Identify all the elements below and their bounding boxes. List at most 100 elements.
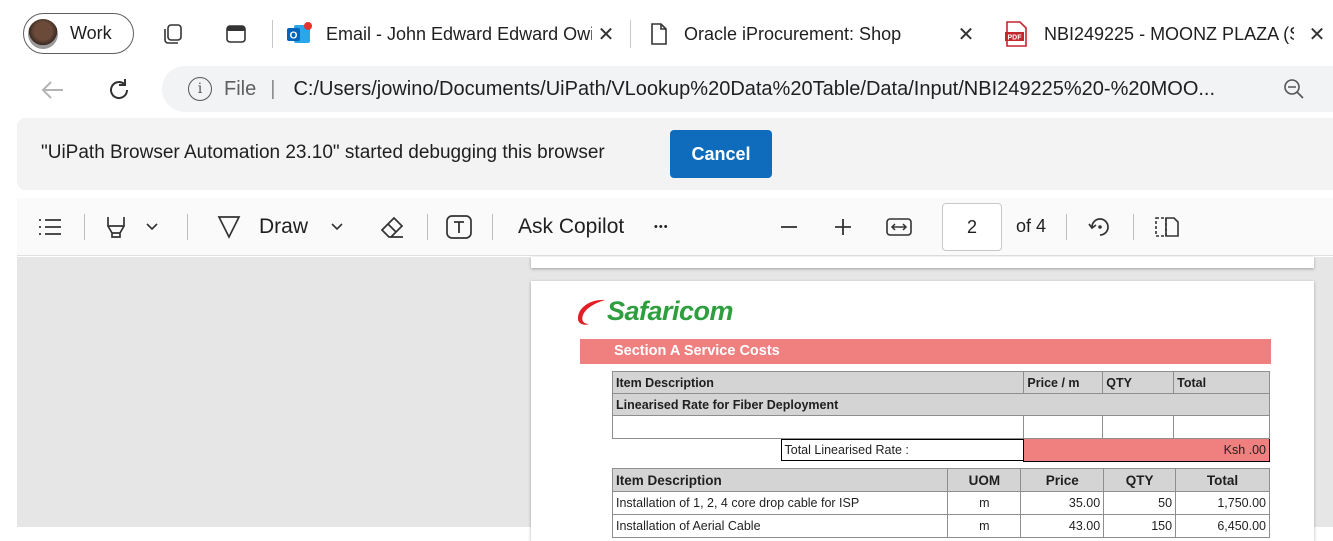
more-options-button[interactable]: ••• bbox=[654, 212, 669, 242]
toolbar-divider bbox=[1066, 214, 1067, 240]
section-title: Section A Service Costs bbox=[614, 343, 780, 359]
svg-text:O: O bbox=[290, 31, 298, 42]
linearised-rate-table: Item Description Price / m QTY Total Lin… bbox=[611, 371, 1270, 462]
toolbar-divider bbox=[84, 214, 85, 240]
infobar-message: "UiPath Browser Automation 23.10" starte… bbox=[41, 142, 605, 163]
close-tab-icon[interactable]: ✕ bbox=[594, 22, 618, 46]
pdf-viewer[interactable]: Safaricom Section A Service Costs Item D… bbox=[17, 257, 1333, 541]
item-description: Installation of 1, 2, 4 core drop cable … bbox=[611, 491, 949, 515]
toolbar-divider bbox=[1133, 214, 1134, 240]
debugging-infobar: "UiPath Browser Automation 23.10" starte… bbox=[17, 118, 1333, 190]
tab-divider bbox=[272, 20, 273, 48]
previous-page-edge bbox=[531, 257, 1314, 268]
profile-button[interactable]: Work bbox=[23, 13, 134, 54]
page-view-icon[interactable] bbox=[1153, 212, 1181, 242]
workspaces-icon[interactable] bbox=[161, 22, 185, 46]
header-cell: Price / m bbox=[1023, 371, 1104, 394]
draw-button[interactable]: Draw bbox=[215, 212, 308, 242]
address-bar-row: i File | C:/Users/jowino/Documents/UiPat… bbox=[0, 64, 1333, 116]
document-icon bbox=[648, 22, 670, 46]
table-cell bbox=[1173, 415, 1270, 439]
table-row: Installation of Aerial Cable m 43.00 150… bbox=[611, 514, 1270, 538]
item-qty: 50 bbox=[1103, 491, 1177, 515]
header-cell: QTY bbox=[1103, 468, 1177, 492]
table-cell bbox=[1102, 415, 1175, 439]
tab-divider bbox=[630, 20, 631, 48]
url-scheme: File bbox=[224, 77, 257, 100]
close-tab-icon[interactable]: ✕ bbox=[1305, 22, 1329, 46]
total-label-cell: Total Linearised Rate : bbox=[613, 439, 1024, 461]
section-header-bar: Section A Service Costs bbox=[580, 339, 1271, 364]
refresh-icon[interactable] bbox=[103, 74, 135, 106]
table-cell bbox=[611, 415, 1025, 439]
tab-title: Oracle iProcurement: Shop bbox=[684, 23, 902, 44]
total-value: Ksh .00 bbox=[1023, 438, 1270, 462]
tab-oracle[interactable]: Oracle iProcurement: Shop ✕ bbox=[648, 12, 978, 56]
profile-label: Work bbox=[70, 23, 112, 43]
table-cell bbox=[1023, 415, 1104, 439]
header-cell: UOM bbox=[947, 468, 1022, 492]
zoom-out-button-icon[interactable] bbox=[779, 212, 799, 242]
page-number-input[interactable] bbox=[942, 203, 1002, 251]
table-row bbox=[611, 415, 1270, 439]
safaricom-swoosh-icon bbox=[577, 299, 605, 325]
header-cell: Price bbox=[1020, 468, 1105, 492]
pdf-toolbar: Draw Ask Copilot ••• of 4 bbox=[17, 198, 1333, 256]
draw-label: Draw bbox=[259, 215, 309, 238]
table-subheader-row: Linearised Rate for Fiber Deployment bbox=[612, 393, 1270, 416]
pdf-page: Safaricom Section A Service Costs Item D… bbox=[531, 281, 1314, 541]
highlight-icon[interactable] bbox=[103, 212, 129, 242]
url-separator: | bbox=[270, 77, 276, 100]
tab-pdf-active[interactable]: PDF NBI249225 - MOONZ PLAZA (SH ✕ bbox=[988, 12, 1333, 56]
address-bar[interactable]: i File | C:/Users/jowino/Documents/UiPat… bbox=[162, 66, 1333, 112]
item-total: 6,450.00 bbox=[1175, 514, 1270, 538]
table-of-contents-icon[interactable] bbox=[37, 212, 63, 242]
total-label: Total Linearised Rate : bbox=[780, 439, 1024, 461]
item-description: Installation of Aerial Cable bbox=[611, 514, 949, 538]
zoom-out-icon[interactable] bbox=[1283, 78, 1305, 106]
tab-email[interactable]: O Email - John Edward Edward Owi ✕ bbox=[286, 12, 618, 56]
svg-text:PDF: PDF bbox=[1008, 34, 1023, 41]
outlook-icon: O bbox=[286, 22, 312, 46]
pdf-icon: PDF bbox=[1004, 21, 1028, 47]
table-header-row: Item Description Price / m QTY Total bbox=[611, 371, 1270, 394]
item-uom: m bbox=[947, 491, 1022, 515]
zoom-in-button-icon[interactable] bbox=[833, 212, 853, 242]
tab-title: Email - John Edward Edward Owi bbox=[326, 23, 592, 44]
ask-copilot-button[interactable]: Ask Copilot bbox=[518, 212, 624, 242]
item-qty: 150 bbox=[1103, 514, 1177, 538]
header-cell: Item Description bbox=[611, 371, 1025, 394]
table-row: Installation of 1, 2, 4 core drop cable … bbox=[611, 491, 1270, 515]
header-cell: Total bbox=[1175, 468, 1270, 492]
eraser-icon[interactable] bbox=[379, 212, 407, 242]
info-icon[interactable]: i bbox=[188, 77, 212, 101]
toolbar-divider bbox=[427, 214, 428, 240]
safaricom-logo: Safaricom bbox=[577, 295, 734, 327]
tab-strip: Work O Email - John Edward Edward Owi ✕ … bbox=[0, 0, 1333, 64]
tab-title: NBI249225 - MOONZ PLAZA (SH bbox=[1044, 23, 1294, 44]
header-cell: QTY bbox=[1102, 371, 1175, 394]
logo-text: Safaricom bbox=[607, 295, 734, 326]
draw-chevron-down-icon[interactable] bbox=[330, 212, 344, 242]
total-row: Total Linearised Rate : Ksh .00 bbox=[613, 438, 1270, 462]
back-arrow-icon[interactable] bbox=[37, 74, 69, 106]
close-tab-icon[interactable]: ✕ bbox=[954, 22, 978, 46]
text-box-icon[interactable] bbox=[445, 212, 473, 242]
draw-icon bbox=[215, 213, 243, 241]
service-items-table: Item Description UOM Price QTY Total Ins… bbox=[611, 468, 1270, 538]
item-uom: m bbox=[947, 514, 1022, 538]
highlight-chevron-down-icon[interactable] bbox=[145, 212, 159, 242]
header-cell: Total bbox=[1173, 371, 1270, 394]
toolbar-divider bbox=[187, 214, 188, 240]
fit-to-width-icon[interactable] bbox=[885, 212, 913, 242]
toolbar-divider bbox=[492, 214, 493, 240]
tab-actions-icon[interactable] bbox=[224, 22, 248, 46]
page-count: of 4 bbox=[1016, 216, 1047, 236]
rotate-icon[interactable] bbox=[1086, 212, 1114, 242]
url-text[interactable]: C:/Users/jowino/Documents/UiPath/VLookup… bbox=[293, 78, 1253, 101]
cancel-button[interactable]: Cancel bbox=[670, 130, 772, 178]
item-price: 43.00 bbox=[1020, 514, 1105, 538]
table-header-row: Item Description UOM Price QTY Total bbox=[611, 468, 1270, 492]
avatar bbox=[28, 18, 58, 49]
item-price: 35.00 bbox=[1020, 491, 1105, 515]
